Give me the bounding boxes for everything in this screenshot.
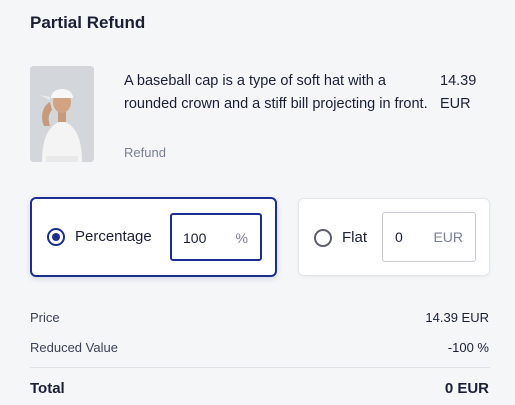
eur-unit: EUR — [433, 229, 463, 245]
page-title: Partial Refund — [30, 13, 146, 32]
reduced-value-label: Reduced Value — [30, 340, 118, 355]
summary-divider — [30, 367, 490, 368]
percentage-label: Percentage — [75, 228, 152, 245]
product-price-currency: EUR — [440, 96, 471, 112]
product-price-amount: 14.39 — [440, 73, 477, 89]
percentage-input-value: 100 — [183, 230, 207, 246]
percentage-radio[interactable] — [47, 228, 65, 246]
refund-status-label: Refund — [124, 145, 166, 160]
flat-option-card[interactable]: Flat 0 EUR — [298, 198, 490, 276]
product-description: A baseball cap is a type of soft hat wit… — [124, 73, 428, 112]
total-value: 0 EUR — [444, 380, 489, 397]
price-row-label: Price — [30, 310, 60, 325]
percent-unit: % — [235, 230, 248, 246]
percentage-option-card[interactable]: Percentage 100 % — [30, 197, 277, 277]
flat-input-value: 0 — [395, 229, 403, 245]
partial-refund-panel: Partial Refund A baseball cap is a type … — [0, 0, 515, 405]
product-image — [30, 66, 94, 162]
total-label: Total — [30, 380, 65, 397]
product-price: 14.39 EUR — [440, 70, 490, 116]
flat-label: Flat — [342, 229, 368, 246]
flat-radio[interactable] — [314, 229, 332, 247]
reduced-value-amount: -100 % — [447, 340, 489, 355]
percentage-input[interactable]: 100 % — [170, 213, 262, 261]
price-row-value: 14.39 EUR — [425, 310, 489, 325]
flat-input[interactable]: 0 EUR — [382, 212, 476, 262]
